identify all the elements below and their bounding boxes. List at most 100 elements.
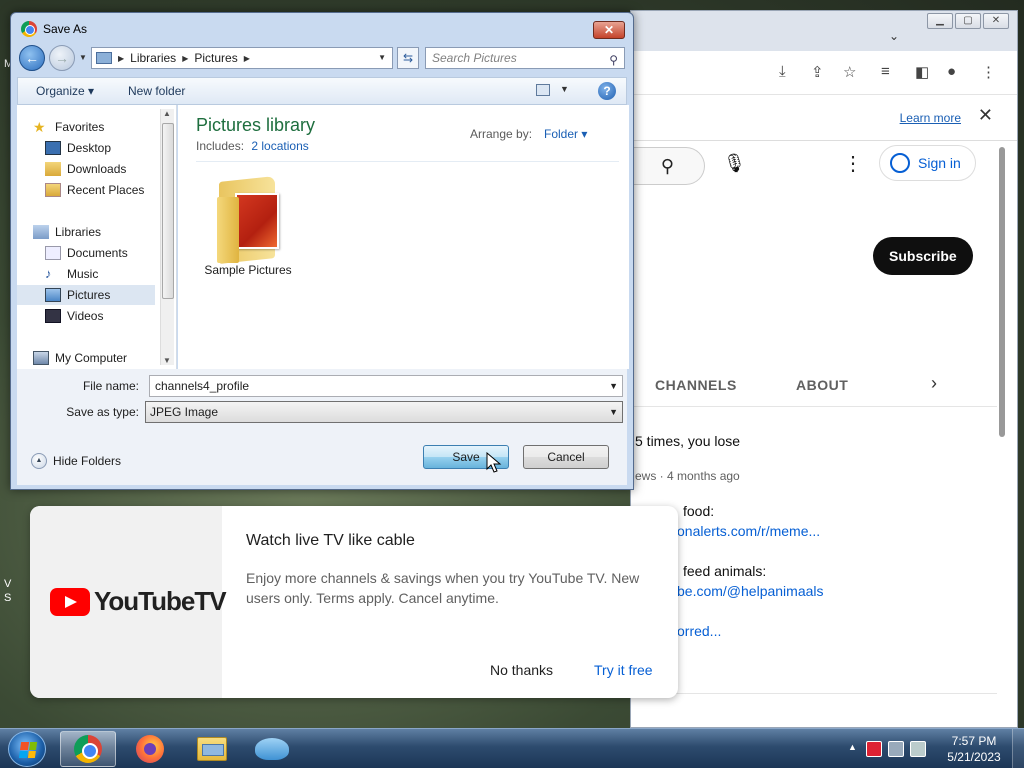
folder-icon [96, 52, 112, 64]
maximize-button[interactable]: ▢ [955, 13, 981, 29]
volume-icon[interactable] [910, 741, 926, 757]
desktop-icon [45, 141, 61, 155]
post-link[interactable]: orred... [677, 623, 721, 639]
hide-folders-button[interactable]: ▲ Hide Folders [31, 453, 121, 469]
videos-icon [45, 309, 61, 323]
library-includes: Includes: 2 locations [196, 139, 309, 153]
nav-item-label: Videos [67, 309, 104, 323]
cancel-button[interactable]: Cancel [523, 445, 609, 469]
close-icon[interactable]: ✕ [978, 105, 993, 126]
show-hidden-icons-icon[interactable]: ▲ [848, 742, 857, 752]
post-text: food: [683, 503, 715, 519]
taskbar-explorer[interactable] [184, 731, 240, 767]
taskbar-chrome[interactable] [60, 731, 116, 767]
forward-button[interactable]: → [49, 45, 75, 71]
nav-item-my-computer[interactable]: My Computer [33, 348, 171, 368]
clock-date[interactable]: 5/21/2023 [942, 750, 1006, 764]
navigation-row: ← → ▼ ▶ Libraries ▶ Pictures ▶ ▼ ⇆ Searc… [19, 45, 625, 71]
post-title[interactable]: 5 times, you lose [635, 433, 740, 449]
arrange-by-dropdown[interactable]: Folder ▾ [544, 127, 587, 141]
file-name-value: channels4_profile [155, 379, 250, 393]
scrollbar[interactable]: ▲ ▼ [160, 109, 174, 365]
save-as-type-select[interactable]: JPEG Image ▼ [145, 401, 623, 423]
chevron-right-icon[interactable]: › [931, 373, 937, 394]
sign-in-button[interactable]: Sign in [879, 145, 976, 181]
try-free-button[interactable]: Try it free [594, 662, 653, 678]
show-desktop-button[interactable] [1012, 729, 1024, 768]
help-icon[interactable]: ? [598, 82, 616, 100]
post-link[interactable]: onalerts.com/r/meme... [677, 523, 820, 539]
back-button[interactable]: ← [19, 45, 45, 71]
star-icon: ★ [33, 119, 46, 135]
close-button[interactable]: ✕ [983, 13, 1009, 29]
address-bar[interactable]: ▶ Libraries ▶ Pictures ▶ ▼ [91, 47, 393, 69]
scroll-down-icon[interactable]: ▼ [163, 356, 171, 365]
search-input[interactable]: Search Pictures ⚲ [425, 47, 625, 69]
nav-item-label: Libraries [55, 225, 102, 239]
chrome-titlebar: ▁ ▢ ✕ ⌄ [631, 11, 1017, 51]
share-icon[interactable]: ⇪ [811, 63, 824, 81]
menu-dots-icon[interactable]: ⋮ [981, 63, 996, 81]
minimize-button[interactable]: ▁ [927, 13, 953, 29]
locations-link[interactable]: 2 locations [251, 139, 308, 153]
view-chevron-icon[interactable]: ▼ [560, 84, 569, 94]
bookmark-star-icon[interactable]: ☆ [843, 63, 856, 81]
music-icon: ♪ [45, 266, 52, 281]
scrollbar-thumb[interactable] [162, 123, 174, 299]
address-dropdown-icon[interactable]: ▼ [378, 53, 386, 62]
side-panel-icon[interactable]: ◧ [915, 63, 929, 81]
start-button[interactable] [8, 731, 46, 767]
breadcrumb-pictures[interactable]: Pictures [194, 51, 237, 65]
tab-channels[interactable]: CHANNELS [655, 377, 737, 393]
organize-menu[interactable]: Organize ▾ [36, 84, 94, 98]
scroll-up-icon[interactable]: ▲ [163, 109, 171, 118]
new-folder-button[interactable]: New folder [128, 84, 185, 98]
no-thanks-button[interactable]: No thanks [490, 662, 553, 678]
tab-search-icon[interactable]: ⌄ [889, 29, 899, 43]
chevron-down-icon[interactable]: ▼ [609, 402, 618, 422]
file-explorer-icon [197, 737, 227, 761]
taskbar-firefox[interactable] [122, 731, 178, 767]
download-icon[interactable]: ⤓ [779, 63, 786, 80]
taskbar-dolphin[interactable] [244, 731, 300, 767]
breadcrumb-arrow-icon[interactable]: ▶ [182, 54, 188, 63]
clock-time[interactable]: 7:57 PM [942, 734, 1006, 748]
firefox-icon [136, 735, 164, 763]
breadcrumb-arrow-icon[interactable]: ▶ [244, 54, 250, 63]
tab-about[interactable]: ABOUT [796, 377, 848, 393]
view-options-icon[interactable] [536, 84, 550, 96]
divider [631, 693, 997, 694]
navigation-pane: ★ Favorites Desktop Downloads Recent Pla… [17, 105, 177, 369]
breadcrumb-arrow-icon[interactable]: ▶ [118, 54, 124, 63]
learn-more-link[interactable]: Learn more [900, 111, 961, 125]
microphone-icon[interactable]: 🎙 [723, 153, 746, 174]
profile-icon[interactable]: ● [947, 63, 956, 80]
nav-item-label: Documents [67, 246, 128, 260]
recent-pages-chevron-icon[interactable]: ▼ [79, 53, 87, 62]
breadcrumb-libraries[interactable]: Libraries [130, 51, 176, 65]
post-meta: ews · 4 months ago [635, 469, 740, 483]
chevron-down-icon[interactable]: ▼ [609, 376, 618, 396]
desktop-label: V [4, 578, 12, 590]
reading-list-icon[interactable]: ≡ [881, 63, 890, 80]
nav-item-pictures[interactable]: Pictures [17, 285, 155, 305]
arrange-by-value: Folder [544, 127, 579, 141]
file-name-input[interactable]: channels4_profile ▼ [149, 375, 623, 397]
action-center-icon[interactable] [866, 741, 882, 757]
downloads-icon [45, 162, 61, 176]
scrollbar[interactable] [999, 147, 1005, 437]
close-button[interactable]: ✕ [593, 21, 625, 39]
search-icon[interactable]: ⚲ [631, 147, 705, 185]
post-link[interactable]: be.com/@helpanimaals [677, 583, 824, 599]
folder-sample-pictures[interactable]: Sample Pictures [198, 171, 298, 277]
sign-in-label: Sign in [918, 155, 961, 171]
refresh-button[interactable]: ⇆ [397, 47, 419, 69]
collapse-icon: ▲ [31, 453, 47, 469]
network-icon[interactable] [888, 741, 904, 757]
nav-item-favorites[interactable]: ★ Favorites [33, 117, 171, 137]
subscribe-button[interactable]: Subscribe [873, 237, 973, 275]
search-icon[interactable]: ⚲ [609, 50, 618, 70]
more-options-icon[interactable]: ⋮ [843, 151, 863, 176]
nav-item-libraries[interactable]: Libraries [33, 222, 171, 242]
includes-label: Includes: [196, 139, 245, 153]
